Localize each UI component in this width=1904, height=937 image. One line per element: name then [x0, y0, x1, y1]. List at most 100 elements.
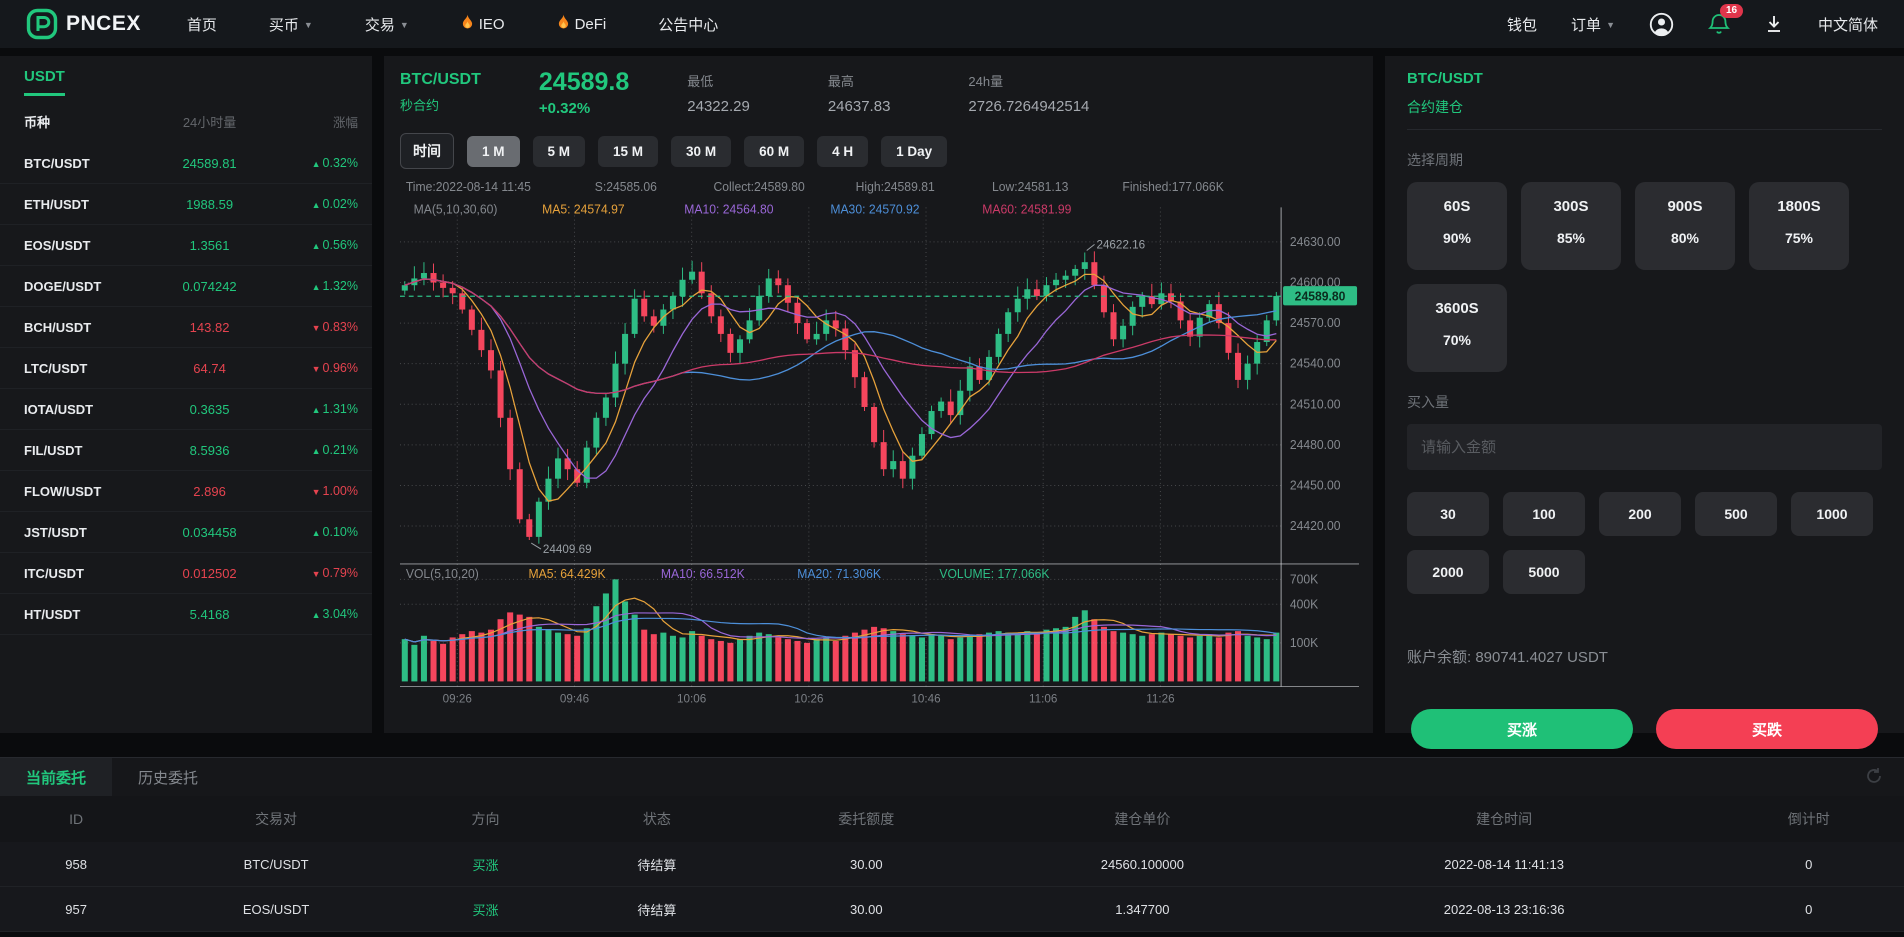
language-selector[interactable]: 中文简体	[1818, 14, 1878, 35]
svg-text:Collect:24589.80: Collect:24589.80	[714, 180, 805, 194]
stat-label: 最低	[687, 71, 750, 90]
nav-item-IEO[interactable]: IEO	[461, 14, 505, 34]
pair-row-LTC/USDT[interactable]: LTC/USDT64.74▼0.96%	[0, 348, 372, 389]
order-cell: 待结算	[571, 900, 742, 919]
chart-price-block: 24589.8 +0.32%	[539, 68, 629, 117]
pair-row-ETH/USDT[interactable]: ETH/USDT1988.59▲0.02%	[0, 184, 372, 225]
period-percent: 90%	[1407, 230, 1507, 246]
amount-chip-500[interactable]: 500	[1695, 492, 1777, 536]
timeframe-buttons: 1 M 5 M 15 M 30 M 60 M 4 H 1 Day	[467, 136, 947, 167]
amount-chip-30[interactable]: 30	[1407, 492, 1489, 536]
pair-row-JST/USDT[interactable]: JST/USDT0.034458▲0.10%	[0, 512, 372, 553]
orders-menu[interactable]: 订单 ▼	[1571, 14, 1615, 35]
price-change: +0.32%	[539, 100, 629, 117]
nav-item-label: 买币	[269, 14, 299, 35]
pair-price: 0.034458	[157, 525, 263, 540]
timeframe-1m[interactable]: 1 M	[467, 136, 520, 167]
svg-text:24589.80: 24589.80	[1295, 289, 1346, 303]
pair-change: ▲0.10%	[263, 525, 358, 539]
timeframe-15m[interactable]: 15 M	[598, 136, 658, 167]
pair-row-IOTA/USDT[interactable]: IOTA/USDT0.3635▲1.31%	[0, 389, 372, 430]
avatar-icon	[1649, 12, 1674, 37]
pair-price: 8.5936	[157, 443, 263, 458]
period-card-1800S[interactable]: 1800S75%	[1749, 182, 1849, 270]
amount-chip-2000[interactable]: 2000	[1407, 550, 1489, 594]
period-card-3600S[interactable]: 3600S 70%	[1407, 284, 1507, 372]
chevron-down-icon: ▼	[304, 20, 313, 30]
account-button[interactable]	[1649, 12, 1674, 37]
pair-symbol: BTC/USDT	[24, 156, 157, 171]
balance-label: 账户余额:	[1407, 649, 1471, 666]
chart-stat-最低: 最低 24322.29	[687, 71, 750, 115]
pair-row-FIL/USDT[interactable]: FIL/USDT8.5936▲0.21%	[0, 430, 372, 471]
period-seconds: 3600S	[1407, 300, 1507, 317]
timeframe-30m[interactable]: 30 M	[671, 136, 731, 167]
period-card-60S[interactable]: 60S90%	[1407, 182, 1507, 270]
period-card-900S[interactable]: 900S80%	[1635, 182, 1735, 270]
order-row-957[interactable]: 957EOS/USDT买涨待结算30.001.3477002022-08-13 …	[0, 887, 1904, 932]
pair-price: 0.074242	[157, 279, 263, 294]
pair-row-DOGE/USDT[interactable]: DOGE/USDT0.074242▲1.32%	[0, 266, 372, 307]
notification-badge: 16	[1720, 4, 1743, 18]
svg-text:24622.16: 24622.16	[1096, 237, 1145, 251]
buy-up-button[interactable]: 买涨	[1411, 709, 1633, 749]
amount-chip-5000[interactable]: 5000	[1503, 550, 1585, 594]
svg-text:10:26: 10:26	[794, 691, 824, 705]
timeframe-1day[interactable]: 1 Day	[881, 136, 947, 167]
arrow-up-icon: ▲	[312, 528, 321, 538]
candlestick-chart[interactable]: 24630.0024600.0024570.0024540.0024510.00…	[400, 175, 1359, 727]
pncex-logo-icon	[26, 8, 58, 40]
timeframe-5m[interactable]: 5 M	[533, 136, 586, 167]
svg-text:Low:24581.13: Low:24581.13	[992, 180, 1068, 194]
timeframe-row: 时间 1 M5 M15 M30 M60 M4 H1 Day	[400, 133, 1359, 169]
amount-input[interactable]	[1407, 424, 1882, 470]
orders-col-交易对: 交易对	[152, 809, 400, 829]
notifications-button[interactable]: 16	[1708, 12, 1730, 36]
order-cell: 买涨	[400, 900, 571, 919]
amount-chip-1000[interactable]: 1000	[1791, 492, 1873, 536]
market-pair-list: BTC/USDT24589.81▲0.32%ETH/USDT1988.59▲0.…	[0, 143, 372, 635]
nav-right: 钱包 订单 ▼ 16 中文简体	[1507, 12, 1878, 37]
period-seconds: 900S	[1635, 198, 1735, 215]
nav-item-公告中心[interactable]: 公告中心	[658, 14, 718, 35]
pair-row-BCH/USDT[interactable]: BCH/USDT143.82▼0.83%	[0, 307, 372, 348]
pair-symbol: FIL/USDT	[24, 443, 157, 458]
pair-change: ▼0.79%	[263, 566, 358, 580]
nav-item-买币[interactable]: 买币 ▼	[269, 14, 313, 35]
order-row-958[interactable]: 958BTC/USDT买涨待结算30.0024560.1000002022-08…	[0, 842, 1904, 887]
stat-value: 24322.29	[687, 98, 750, 115]
refresh-button[interactable]	[1864, 766, 1884, 791]
arrow-up-icon: ▲	[312, 610, 321, 620]
tab-usdt[interactable]: USDT	[24, 68, 65, 96]
svg-text:11:06: 11:06	[1029, 691, 1058, 705]
nav-item-首页[interactable]: 首页	[187, 14, 217, 35]
orders-tab-历史委托[interactable]: 历史委托	[112, 758, 224, 796]
pair-row-BTC/USDT[interactable]: BTC/USDT24589.81▲0.32%	[0, 143, 372, 184]
orders-tab-当前委托[interactable]: 当前委托	[0, 758, 112, 796]
pair-row-FLOW/USDT[interactable]: FLOW/USDT2.896▼1.00%	[0, 471, 372, 512]
pair-price: 1.3561	[157, 238, 263, 253]
chevron-down-icon: ▼	[400, 20, 409, 30]
pair-change: ▲0.02%	[263, 197, 358, 211]
amount-chip-200[interactable]: 200	[1599, 492, 1681, 536]
timeframe-60m[interactable]: 60 M	[744, 136, 804, 167]
wallet-link[interactable]: 钱包	[1507, 14, 1537, 35]
order-cell: 24560.100000	[990, 857, 1295, 872]
nav-item-交易[interactable]: 交易▼	[365, 14, 409, 35]
svg-text:100K: 100K	[1290, 636, 1319, 650]
arrow-up-icon: ▲	[312, 241, 321, 251]
pair-row-ITC/USDT[interactable]: ITC/USDT0.012502▼0.79%	[0, 553, 372, 594]
period-percent: 70%	[1407, 332, 1507, 348]
buy-down-button[interactable]: 买跌	[1656, 709, 1878, 749]
amount-chip-100[interactable]: 100	[1503, 492, 1585, 536]
svg-text:24540.00: 24540.00	[1290, 357, 1341, 371]
download-button[interactable]	[1764, 13, 1784, 35]
period-card-300S[interactable]: 300S85%	[1521, 182, 1621, 270]
brand-logo[interactable]: PNCEX	[26, 8, 141, 40]
svg-text:10:46: 10:46	[911, 691, 941, 705]
pair-row-EOS/USDT[interactable]: EOS/USDT1.3561▲0.56%	[0, 225, 372, 266]
timeframe-4h[interactable]: 4 H	[817, 136, 868, 167]
nav-item-DeFi[interactable]: DeFi	[557, 14, 607, 34]
balance-value: 890741.4027 USDT	[1475, 649, 1608, 666]
pair-row-HT/USDT[interactable]: HT/USDT5.4168▲3.04%	[0, 594, 372, 635]
